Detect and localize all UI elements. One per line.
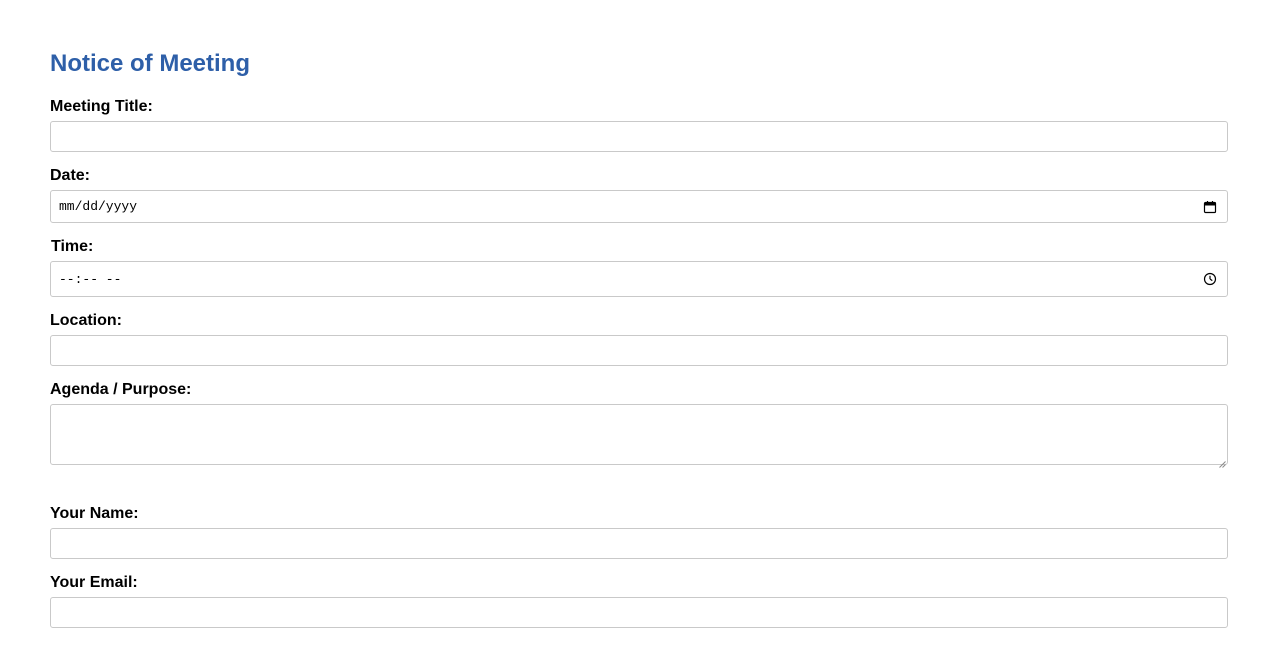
calendar-icon[interactable] [1203,200,1217,214]
location-label: Location: [50,312,122,329]
time-label: Time: [51,238,94,255]
your-name-input[interactable] [50,528,1228,559]
your-name-label: Your Name: [50,505,139,522]
date-placeholder: mm/dd/yyyy [59,199,138,214]
time-placeholder: --:-- -- [59,271,122,287]
meeting-title-label: Meeting Title: [50,98,153,115]
your-email-label: Your Email: [50,574,138,591]
resize-grip-icon[interactable] [1218,455,1226,468]
clock-icon[interactable] [1203,272,1217,286]
agenda-wrapper [50,404,1228,468]
meeting-notice-form: Notice of Meeting Meeting Title: Date: m… [0,0,1278,650]
your-email-input[interactable] [50,597,1228,628]
location-input[interactable] [50,335,1228,366]
page-title: Notice of Meeting [50,50,251,77]
agenda-textarea[interactable] [50,404,1228,465]
meeting-title-input[interactable] [50,121,1228,152]
time-input[interactable]: --:-- -- [50,261,1228,297]
agenda-label: Agenda / Purpose: [50,381,192,398]
date-input[interactable]: mm/dd/yyyy [50,190,1228,223]
date-label: Date: [50,167,91,184]
